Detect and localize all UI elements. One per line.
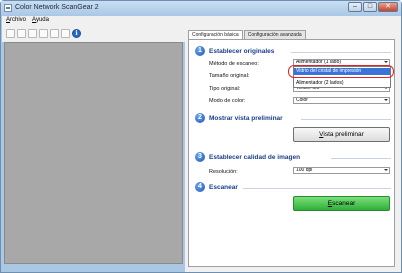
- menu-archivo[interactable]: Archivo: [6, 16, 26, 25]
- original-type-label: Tipo original:: [209, 86, 241, 92]
- toolbar: i: [2, 25, 185, 42]
- info-icon[interactable]: i: [72, 29, 81, 38]
- section-divider: [291, 52, 391, 53]
- select-frame-icon[interactable]: [17, 29, 26, 38]
- color-mode-select[interactable]: Color: [293, 97, 390, 104]
- color-mode-label: Modo de color:: [209, 98, 246, 104]
- rotate-left-icon[interactable]: [50, 29, 59, 38]
- maximize-button[interactable]: □: [363, 2, 377, 12]
- section-divider: [331, 158, 391, 159]
- hand-icon[interactable]: [28, 29, 37, 38]
- scan-button[interactable]: Escanear: [293, 196, 390, 211]
- preview-button[interactable]: Vista preliminar: [293, 127, 390, 142]
- chevron-down-icon: [384, 169, 388, 171]
- zoom-icon[interactable]: [39, 29, 48, 38]
- preview-area[interactable]: [4, 42, 183, 264]
- section-title-preview: Mostrar vista preliminar: [209, 115, 283, 122]
- menu-bar: Archivo Ayuda: [2, 16, 401, 25]
- scan-method-label: Método de escaneo:: [209, 61, 259, 67]
- step-1-icon: 1: [195, 46, 205, 56]
- section-divider: [301, 119, 391, 120]
- title-bar: Color Network ScanGear 2 – □ ✕: [1, 1, 401, 16]
- close-button[interactable]: ✕: [378, 2, 398, 12]
- chevron-down-icon: [384, 61, 388, 63]
- new-page-icon[interactable]: [6, 29, 15, 38]
- chevron-down-icon: [384, 99, 388, 101]
- menu-ayuda[interactable]: Ayuda: [32, 16, 49, 25]
- step-3-icon: 3: [195, 152, 205, 162]
- highlight-annotation: [288, 65, 394, 78]
- section-title-quality: Establecer calidad de imagen: [209, 154, 301, 161]
- step-4-icon: 4: [195, 182, 205, 192]
- dropdown-option-feeder-duplex[interactable]: Alimentador (2 lados): [294, 80, 390, 87]
- section-title-originals: Establecer originales: [209, 48, 275, 55]
- step-2-icon: 2: [195, 113, 205, 123]
- tab-advanced[interactable]: Configuración avanzada: [243, 30, 306, 39]
- app-window: Color Network ScanGear 2 – □ ✕ Archivo A…: [0, 0, 402, 273]
- rotate-right-icon[interactable]: [61, 29, 70, 38]
- original-size-label: Tamaño original:: [209, 73, 250, 79]
- window-title: Color Network ScanGear 2: [15, 4, 99, 11]
- minimize-button[interactable]: –: [348, 2, 362, 12]
- resolution-label: Resolución:: [209, 169, 238, 175]
- app-icon: [4, 4, 12, 12]
- section-title-scan: Escanear: [209, 184, 238, 191]
- resolution-select[interactable]: 100 dpi: [293, 167, 390, 174]
- section-divider: [243, 188, 391, 189]
